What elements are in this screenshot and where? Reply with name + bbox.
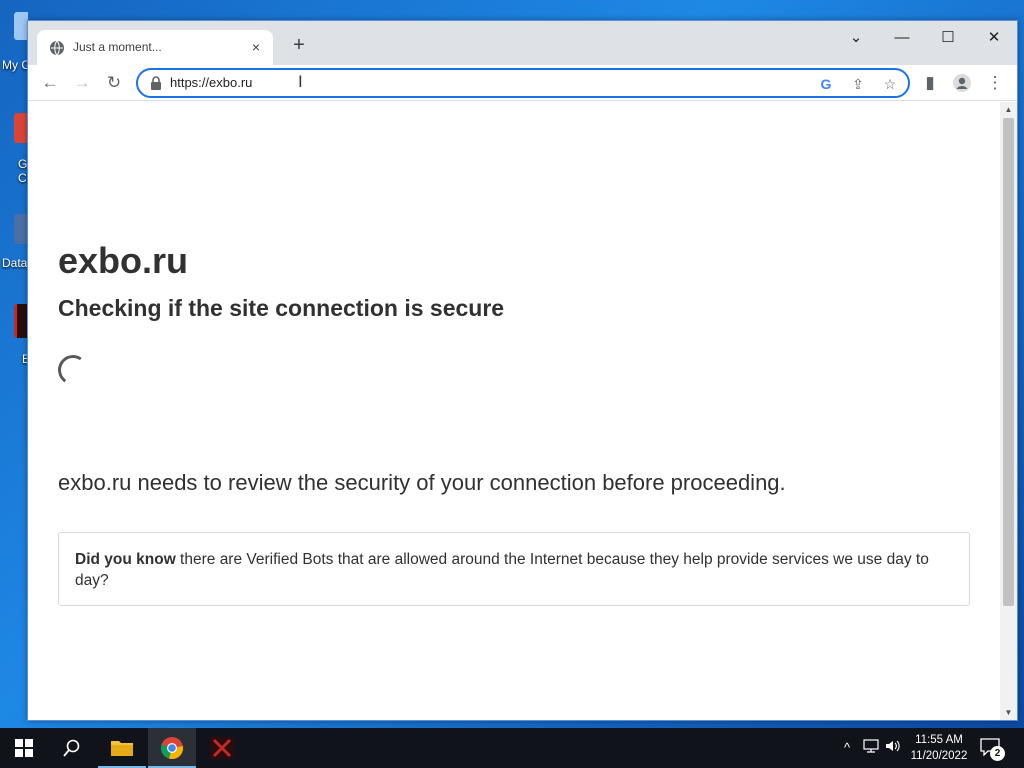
taskbar-chrome[interactable]: [148, 728, 196, 768]
minimize-button[interactable]: —: [879, 25, 925, 51]
start-button[interactable]: [0, 728, 48, 768]
close-window-button[interactable]: ✕: [971, 25, 1017, 51]
loading-spinner-icon: [55, 352, 91, 388]
clock-date: 11/20/2022: [910, 750, 968, 762]
clock-time: 11:55 AM: [915, 734, 963, 746]
google-lens-icon[interactable]: G: [816, 74, 836, 94]
desktop-icon-data[interactable]: Data: [0, 210, 28, 275]
page-scrollbar[interactable]: ▲ ▼: [1000, 102, 1017, 720]
tray-chevron-icon[interactable]: ^: [838, 739, 856, 757]
reload-button[interactable]: ↻: [102, 71, 126, 95]
search-button[interactable]: [48, 728, 96, 768]
url-text[interactable]: https://exbo.ru: [170, 75, 252, 90]
app-icon: [210, 737, 234, 759]
globe-icon: [50, 40, 64, 56]
lock-icon[interactable]: [150, 76, 162, 90]
network-icon[interactable]: [862, 739, 880, 757]
share-icon[interactable]: ⇪: [848, 74, 868, 94]
taskbar-file-explorer[interactable]: [98, 728, 146, 768]
scroll-down-arrow-icon[interactable]: ▼: [1004, 708, 1013, 717]
browser-toolbar: ← → ↻ https://exbo.ru G ⇪ ☆ ▮ ⋮: [28, 65, 1017, 101]
taskbar: ^ 11:55 AM 11/20/2022 2: [0, 728, 1024, 768]
data-shortcut-icon: [14, 214, 28, 244]
forward-button[interactable]: →: [70, 71, 94, 95]
review-message: exbo.ru needs to review the security of …: [58, 470, 786, 495]
side-panel-icon[interactable]: ▮: [918, 71, 942, 95]
tab-strip: Just a moment... × + ⌄ — ☐ ✕: [28, 21, 1017, 65]
folder-icon: [111, 741, 133, 756]
exbo-shortcut-icon: [14, 304, 28, 338]
did-you-know-box: Did you know there are Verified Bots tha…: [58, 532, 970, 606]
info-text: there are Verified Bots that are allowed…: [75, 551, 929, 589]
action-center-button[interactable]: 2: [980, 736, 1006, 761]
desktop-icon-chrome[interactable]: G Cl: [0, 105, 29, 190]
tab-close-icon[interactable]: ×: [247, 38, 265, 56]
windows-logo-icon: [15, 739, 33, 757]
tab-title: Just a moment...: [73, 40, 162, 54]
volume-icon[interactable]: [884, 739, 902, 757]
scroll-up-arrow-icon[interactable]: ▲: [1004, 105, 1013, 114]
text-cursor-icon: Ⅰ: [298, 74, 303, 91]
desktop-icon-label: My C: [2, 58, 30, 72]
desktop-icon-label: Data: [2, 256, 28, 270]
my-computer-icon: [14, 12, 28, 40]
chrome-icon: [160, 737, 184, 760]
network-glyph: [863, 739, 879, 753]
taskbar-app-exbo[interactable]: [198, 728, 246, 768]
search-icon: [63, 739, 80, 757]
menu-kebab-icon[interactable]: ⋮: [983, 71, 1007, 95]
tab-search-button[interactable]: ⌄: [833, 25, 879, 51]
system-clock[interactable]: 11:55 AM 11/20/2022: [906, 732, 972, 764]
desktop-icon-exbo[interactable]: E: [0, 300, 30, 370]
page-site-name: exbo.ru: [58, 240, 189, 281]
tab-just-a-moment[interactable]: Just a moment... ×: [37, 30, 273, 65]
browser-window: Just a moment... × + ⌄ — ☐ ✕ ← → ↻ https…: [27, 20, 1018, 721]
new-tab-button[interactable]: +: [288, 35, 310, 57]
desktop-icon-my-computer[interactable]: My C: [0, 0, 30, 75]
page-subtitle: Checking if the site connection is secur…: [58, 295, 505, 321]
speaker-glyph: [886, 740, 900, 752]
profile-avatar-icon[interactable]: [950, 71, 974, 95]
maximize-button[interactable]: ☐: [925, 25, 971, 51]
notification-count-badge: 2: [990, 746, 1005, 761]
profile-icon: [953, 74, 971, 92]
info-bold-lead: Did you know: [75, 551, 176, 568]
page-content: exbo.ru Checking if the site connection …: [28, 102, 1000, 720]
back-button[interactable]: ←: [38, 71, 62, 95]
scrollbar-thumb[interactable]: [1003, 118, 1014, 606]
address-bar[interactable]: https://exbo.ru G ⇪ ☆: [136, 68, 910, 98]
chrome-shortcut-icon: [14, 113, 28, 143]
bookmark-star-icon[interactable]: ☆: [880, 74, 900, 94]
